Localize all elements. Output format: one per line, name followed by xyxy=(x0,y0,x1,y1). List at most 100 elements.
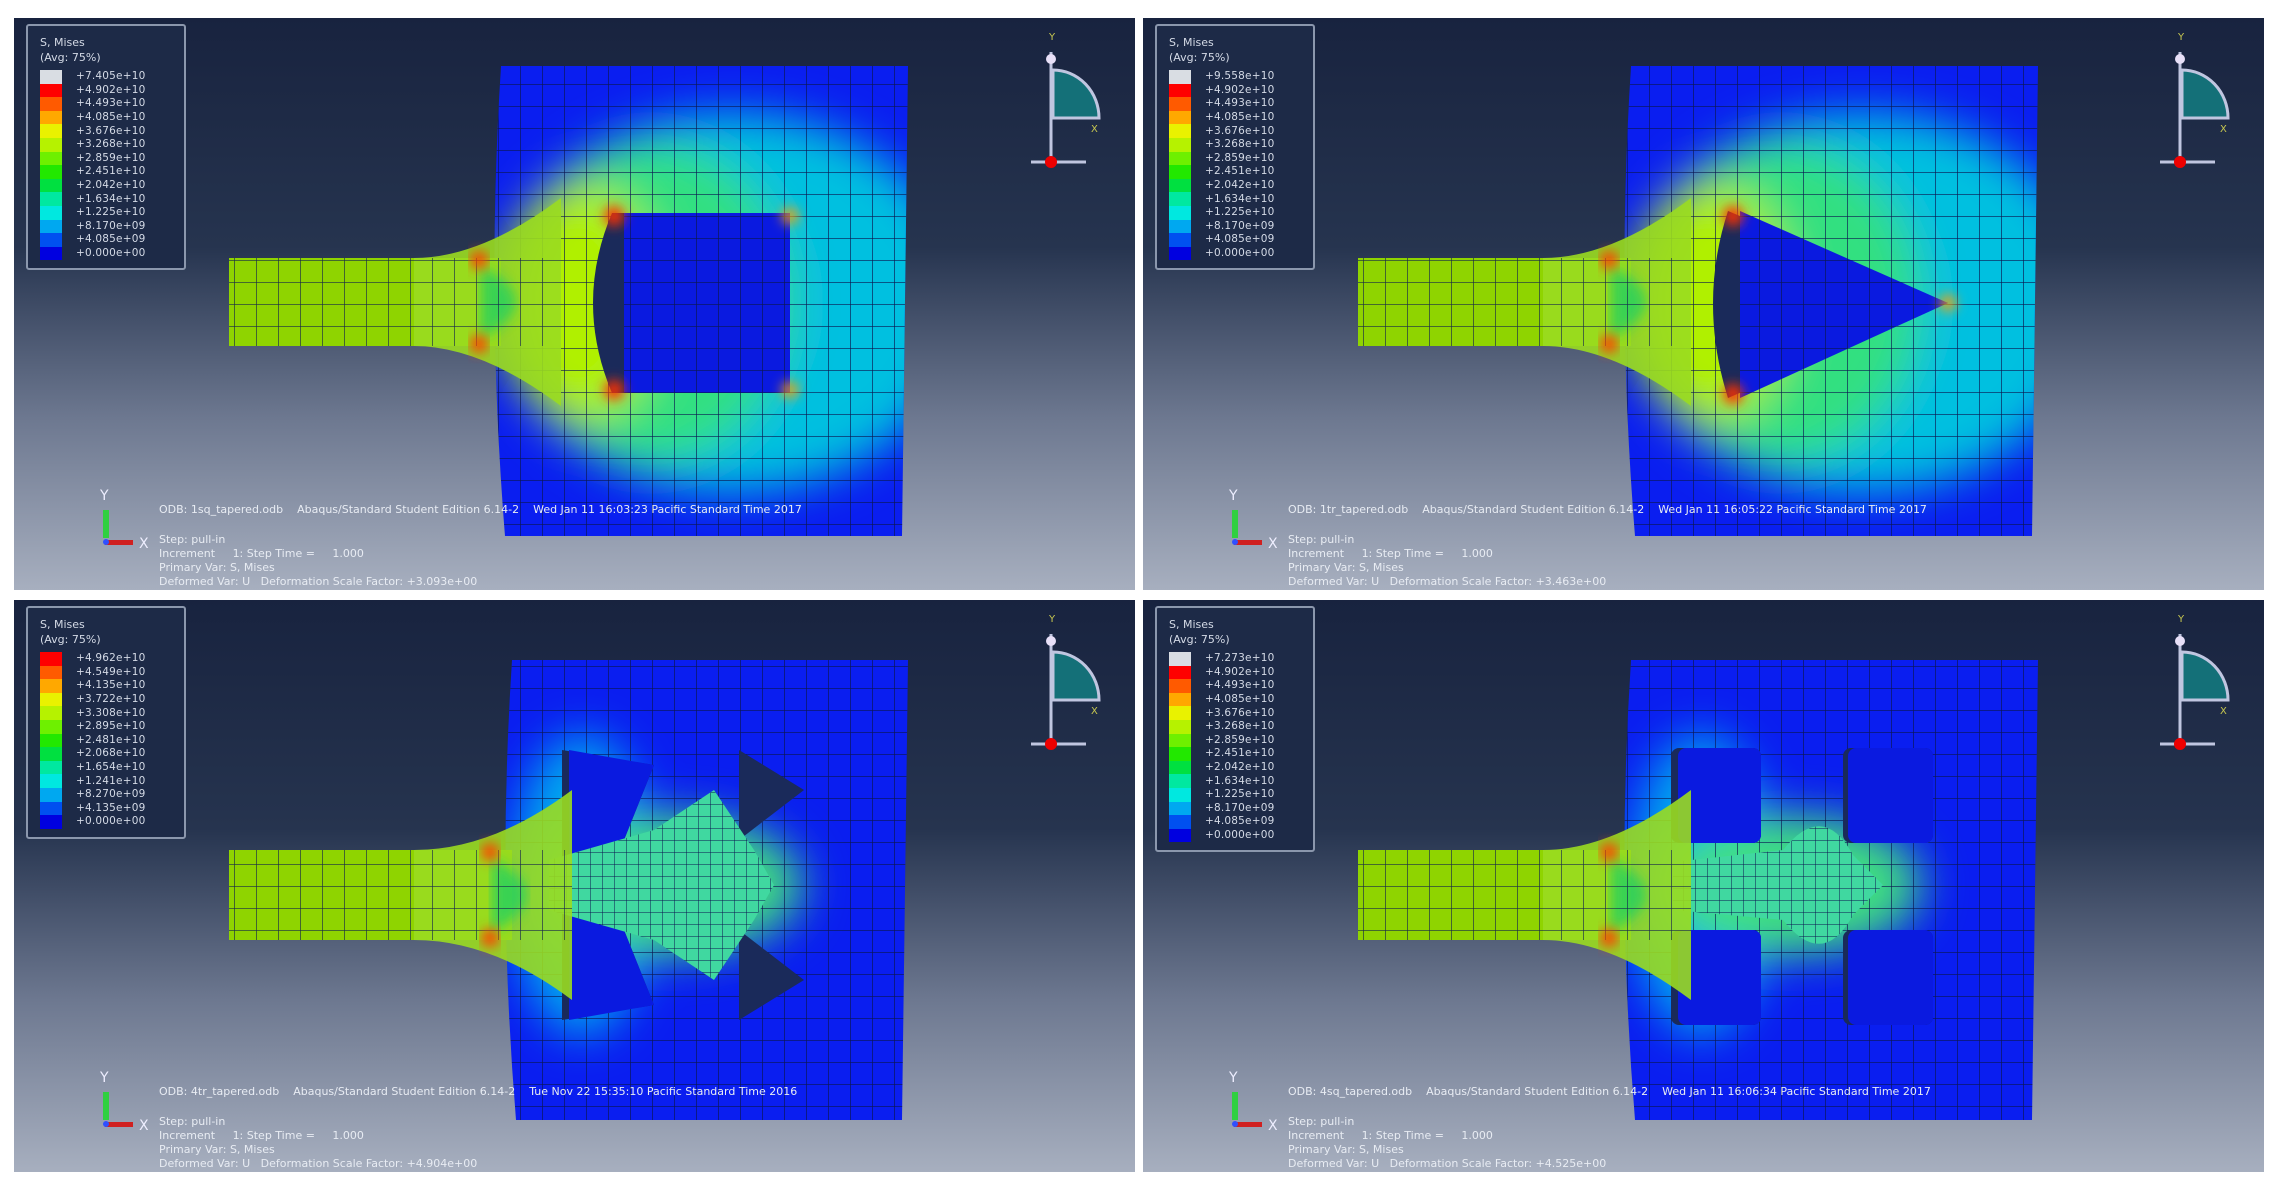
legend-value: +4.135e+09 xyxy=(76,801,146,814)
legend-row: +3.268e+10 xyxy=(1165,719,1307,734)
triad-label-x: X xyxy=(1091,124,1098,135)
legend-color-swatch xyxy=(40,233,62,247)
analysis-info-text: ODB: 4sq_tapered.odb Abaqus/Standard Stu… xyxy=(1288,1085,1931,1171)
legend-color-swatch xyxy=(40,219,62,234)
legend-row: +4.902e+10 xyxy=(36,83,178,98)
legend-row: +2.451e+10 xyxy=(1165,165,1307,179)
legend-row: +3.308e+10 xyxy=(36,706,178,720)
deformed-var-line: Deformed Var: U Deformation Scale Factor… xyxy=(1288,575,1607,588)
legend-value: +0.000e+00 xyxy=(76,247,146,260)
legend-value: +8.170e+09 xyxy=(1205,219,1275,232)
legend-averaging: (Avg: 75%) xyxy=(40,633,101,646)
legend-row: +4.085e+10 xyxy=(1165,110,1307,125)
legend-color-swatch xyxy=(40,151,62,166)
legend-value: +2.451e+10 xyxy=(1205,165,1275,178)
legend-value: +1.225e+10 xyxy=(76,206,146,219)
legend-row: +2.859e+10 xyxy=(1165,733,1307,748)
legend-value: +2.451e+10 xyxy=(76,165,146,178)
legend-color-swatch xyxy=(1169,246,1191,261)
legend-value: +1.634e+10 xyxy=(76,192,146,205)
legend-row: +3.268e+10 xyxy=(36,137,178,152)
legend-row: +1.225e+10 xyxy=(1165,205,1307,220)
legend-value: +9.558e+10 xyxy=(1205,70,1275,83)
legend-value: +1.225e+10 xyxy=(1205,788,1275,801)
legend-color-swatch xyxy=(40,178,62,193)
legend-row: +4.902e+10 xyxy=(1165,665,1307,680)
legend-value: +2.042e+10 xyxy=(1205,179,1275,192)
legend-value: +7.405e+10 xyxy=(76,70,146,83)
legend-value: +4.085e+09 xyxy=(1205,233,1275,246)
legend-row: +4.902e+10 xyxy=(1165,83,1307,98)
coordinate-axes-icon: Y X xyxy=(99,488,149,552)
legend-value: +0.000e+00 xyxy=(1205,247,1275,260)
legend-value: +2.451e+10 xyxy=(1205,747,1275,760)
axis-label-y: Y xyxy=(99,488,109,504)
legend-value: +2.859e+10 xyxy=(1205,151,1275,164)
legend-value: +4.085e+09 xyxy=(1205,815,1275,828)
legend-value: +3.722e+10 xyxy=(76,693,146,706)
result-viewport-4: S, Mises (Avg: 75%) +7.273e+10 +4.902e+10 +4… xyxy=(1143,600,2264,1172)
legend-color-swatch xyxy=(40,165,62,179)
legend-value: +0.000e+00 xyxy=(76,815,146,828)
increment-line: Increment 1: Step Time = 1.000 xyxy=(1288,1129,1493,1142)
legend-value: +4.135e+10 xyxy=(76,679,146,692)
legend-value: +3.268e+10 xyxy=(1205,720,1275,733)
legend-row: +1.225e+10 xyxy=(36,205,178,220)
legend-value: +3.676e+10 xyxy=(1205,706,1275,719)
legend-color-swatch xyxy=(1169,774,1191,788)
analysis-info-text: ODB: 4tr_tapered.odb Abaqus/Standard Stu… xyxy=(159,1085,797,1171)
legend-color-swatch xyxy=(40,192,62,206)
odb-info-line: ODB: 1tr_tapered.odb Abaqus/Standard Stu… xyxy=(1288,503,1927,516)
legend-color-swatch xyxy=(40,70,62,84)
legend-color-swatch xyxy=(40,246,62,261)
legend-row: +4.085e+09 xyxy=(1165,233,1307,247)
legend-value: +2.859e+10 xyxy=(76,151,146,164)
odb-info-line: ODB: 4tr_tapered.odb Abaqus/Standard Stu… xyxy=(159,1085,798,1098)
legend-value: +3.268e+10 xyxy=(76,138,146,151)
primary-var-line: Primary Var: S, Mises xyxy=(159,1143,275,1156)
legend-color-swatch xyxy=(1169,178,1191,193)
legend-color-swatch xyxy=(40,747,62,761)
legend-row: +1.634e+10 xyxy=(1165,774,1307,788)
legend-row: +1.654e+10 xyxy=(36,760,178,775)
legend-value: +4.085e+10 xyxy=(76,111,146,124)
legend-row: +3.676e+10 xyxy=(1165,124,1307,138)
result-viewport-1: S, Mises (Avg: 75%) +7.405e+10 +4.902e+10 +4… xyxy=(14,18,1135,590)
axis-label-y: Y xyxy=(1228,1070,1238,1086)
legend-color-swatch xyxy=(40,205,62,220)
legend-color-swatch xyxy=(1169,205,1191,220)
legend-title: S, Mises xyxy=(40,618,85,631)
legend-row: +2.042e+10 xyxy=(36,178,178,193)
legend-title: S, Mises xyxy=(40,36,85,49)
legend-value: +8.170e+09 xyxy=(1205,801,1275,814)
legend-color-swatch xyxy=(40,719,62,734)
legend-row: +4.493e+10 xyxy=(1165,679,1307,693)
legend-row: +1.634e+10 xyxy=(1165,192,1307,206)
legend-row: +2.451e+10 xyxy=(1165,747,1307,761)
legend-value: +1.225e+10 xyxy=(1205,206,1275,219)
legend-color-swatch xyxy=(1169,233,1191,247)
legend-color-swatch xyxy=(1169,151,1191,166)
legend-value: +3.308e+10 xyxy=(76,706,146,719)
legend-row: +4.135e+10 xyxy=(36,679,178,693)
cutout-holes xyxy=(593,206,798,400)
legend-color-swatch xyxy=(40,124,62,138)
legend-color-swatch xyxy=(1169,137,1191,152)
legend-value: +4.085e+10 xyxy=(1205,693,1275,706)
legend-row: +0.000e+00 xyxy=(1165,828,1307,843)
legend-value: +4.085e+10 xyxy=(1205,111,1275,124)
legend-row: +4.962e+10 xyxy=(36,652,178,666)
legend-color-swatch xyxy=(40,801,62,816)
legend-title: S, Mises xyxy=(1169,618,1214,631)
legend-color-swatch xyxy=(1169,124,1191,138)
legend-color-swatch xyxy=(1169,692,1191,707)
legend-row: +8.170e+09 xyxy=(1165,801,1307,816)
legend-row: +2.895e+10 xyxy=(36,719,178,734)
legend-row: +7.273e+10 xyxy=(1165,652,1307,666)
legend-row: +4.085e+09 xyxy=(36,233,178,247)
legend-value: +4.549e+10 xyxy=(76,665,146,678)
primary-var-line: Primary Var: S, Mises xyxy=(1288,561,1404,574)
legend-row: +8.170e+09 xyxy=(36,219,178,234)
legend-row: +9.558e+10 xyxy=(1165,70,1307,84)
legend-color-swatch xyxy=(1169,679,1191,693)
